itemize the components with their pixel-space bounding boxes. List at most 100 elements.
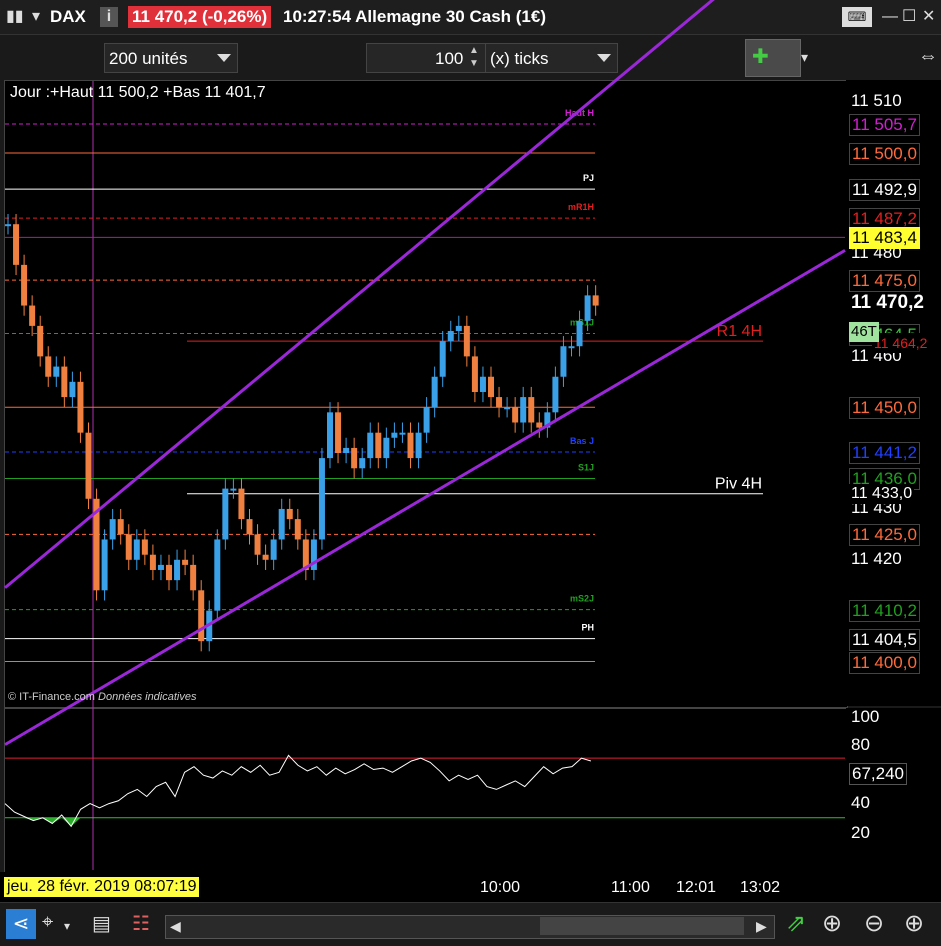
zoom-out-icon[interactable]: ⊖ — [864, 909, 884, 938]
candle-body — [77, 381, 84, 433]
day-summary: Jour :+Haut 11 500,2 +Bas 11 401,7 — [10, 84, 266, 101]
time-label: 13:02 — [740, 879, 781, 896]
candle-body — [190, 564, 197, 591]
scrollbar-thumb[interactable] — [540, 917, 744, 935]
copyright-notice: © IT-Finance.com Données indicatives — [8, 691, 196, 703]
candle-body — [423, 407, 430, 433]
disclaimer-text: Données indicatives — [98, 691, 197, 703]
channel-line — [4, 249, 846, 746]
candle-body — [13, 224, 20, 265]
level-name-label: S1J — [578, 462, 594, 472]
candle-body — [294, 519, 301, 540]
level-name-label: Bas J — [570, 436, 594, 446]
bottom-toolbar: ⋖ ⌖ ▾ ▤ ☷ ◀ ▶ ⇗ ⊕ ⊖ ⊕ — [0, 902, 941, 946]
candle-body — [552, 376, 559, 413]
chevron-down-icon[interactable]: ▾ — [64, 919, 70, 933]
candle-body — [576, 320, 583, 347]
candle-body — [125, 534, 132, 560]
level-name-label: PH — [581, 623, 594, 633]
candle-body — [246, 519, 253, 535]
zoom-fit-icon[interactable]: ⊕ — [822, 909, 842, 938]
scroll-right-icon[interactable]: ▶ — [756, 918, 767, 935]
order-book-icon[interactable]: ☷ — [132, 911, 150, 936]
price-level-tag: 11 475,0 — [849, 270, 920, 293]
price-level-tag: 11 450,0 — [849, 397, 920, 420]
date-cursor-badge: jeu. 28 févr. 2019 08:07:19 — [4, 877, 200, 897]
zoom-in-icon[interactable]: ⊕ — [904, 909, 924, 938]
candle-body — [383, 437, 390, 459]
candle-body — [61, 366, 68, 398]
candle-body — [166, 564, 172, 581]
candle-body — [238, 488, 245, 520]
candle-body — [568, 346, 575, 349]
price-level-tag: 11 400,0 — [849, 651, 920, 674]
candle-body — [407, 432, 414, 459]
candle-body — [367, 432, 374, 459]
candle-body — [488, 376, 494, 398]
candle-body — [214, 539, 221, 611]
candle-body — [109, 519, 116, 540]
candle-body — [5, 224, 11, 227]
candle-body — [455, 325, 462, 331]
candle-body — [447, 330, 454, 342]
candle-body — [157, 564, 164, 570]
candle-body — [254, 534, 261, 555]
candle-body — [222, 488, 229, 540]
candle-body — [479, 376, 486, 392]
candle-body — [133, 539, 140, 560]
time-scrollbar[interactable]: ◀ ▶ — [165, 915, 775, 939]
candle-body — [520, 397, 527, 423]
candle-body — [496, 397, 503, 408]
candle-body — [504, 407, 511, 410]
level-name-label: mS2J — [570, 594, 594, 604]
oscillator-value-tag: 67,240 — [849, 762, 907, 785]
candle-body — [439, 341, 446, 377]
candle-body — [327, 412, 333, 459]
candle-body — [391, 432, 398, 438]
four-hour-level-label: Piv 4H — [715, 476, 762, 493]
copyright-text: © IT-Finance.com — [8, 691, 95, 703]
crosshair-icon[interactable]: ⌖ — [42, 911, 53, 934]
secondary-price-tag: 11 464,2 — [872, 333, 930, 354]
last-price-tag: 11 470,2 — [849, 291, 926, 313]
candle-body — [278, 508, 285, 540]
volume-tag: 46T — [849, 321, 879, 342]
trend-tools-icon[interactable]: ⇗ — [786, 909, 806, 938]
candle-body — [53, 366, 60, 377]
price-level-tag: 11 425,0 — [849, 524, 920, 547]
chart-canvas: Haut HPJmR1HmS1JBas JS1JmS2JPHR1 4HPiv 4… — [4, 0, 846, 870]
candle-body — [399, 432, 406, 435]
notes-icon[interactable]: ▤ — [92, 911, 111, 936]
four-hour-level-label: R1 4H — [717, 323, 762, 340]
candle-body — [149, 554, 156, 570]
price-axis-label: 11 510 — [851, 91, 902, 110]
candle-body — [343, 447, 350, 454]
level-name-label: PJ — [583, 173, 594, 183]
candle-body — [471, 356, 478, 392]
candle-body — [286, 508, 293, 520]
price-axis-label: 11 420 — [851, 549, 902, 568]
candle-body — [270, 539, 277, 560]
candle-body — [584, 295, 591, 321]
candle-body — [101, 539, 108, 591]
candle-body — [262, 554, 269, 560]
price-level-tag: 11 410,2 — [849, 599, 920, 622]
candle-body — [29, 305, 36, 326]
candle-body — [318, 458, 325, 540]
candle-body — [141, 539, 148, 555]
candle-body — [45, 356, 52, 377]
pivot-price-tag: 11 433,0 — [849, 483, 915, 504]
candle-body — [117, 519, 124, 535]
share-icon[interactable]: ⋖ — [6, 909, 36, 939]
time-label: 12:01 — [676, 879, 717, 896]
time-label: 11:00 — [611, 879, 650, 896]
scroll-left-icon[interactable]: ◀ — [170, 918, 181, 935]
oscillator-axis-label: 100 — [851, 707, 880, 726]
oscillator-axis-label: 20 — [851, 823, 870, 842]
price-level-tag: 11 492,9 — [849, 179, 920, 202]
candle-body — [375, 432, 382, 459]
candle-body — [174, 559, 181, 581]
candle-body — [37, 325, 44, 357]
level-name-label: mR1H — [568, 202, 594, 212]
price-level-tag: 11 441,2 — [849, 441, 920, 464]
